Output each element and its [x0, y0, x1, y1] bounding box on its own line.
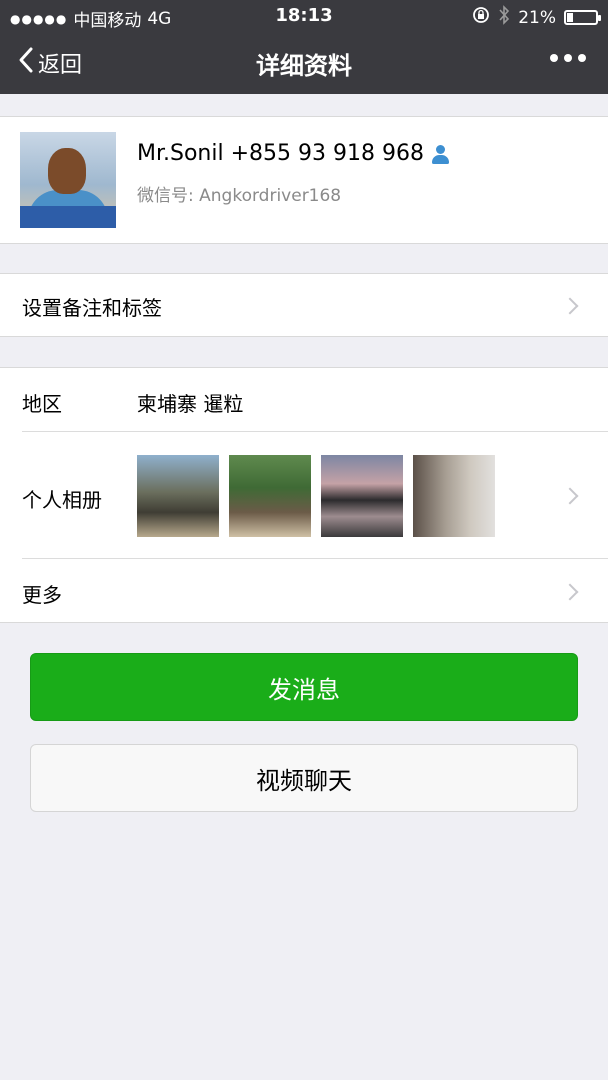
battery-icon	[564, 10, 601, 25]
status-right: 21%	[472, 5, 601, 30]
region-label: 地区	[22, 392, 62, 416]
avatar-face	[48, 148, 86, 194]
remark-tags-row[interactable]: 设置备注和标签	[0, 273, 608, 337]
album-photo	[321, 455, 403, 537]
album-photo	[413, 455, 495, 537]
album-photo	[229, 455, 311, 537]
send-message-button[interactable]: 发消息	[30, 653, 578, 721]
status-bar: ●●●●● 中国移动 4G 18:13 21%	[0, 0, 608, 32]
more-icon-dot	[578, 54, 586, 62]
divider	[22, 431, 608, 432]
chevron-right-icon	[561, 487, 579, 505]
divider	[22, 558, 608, 559]
profile-name-row: Mr.Sonil +855 93 918 968	[137, 141, 450, 166]
person-icon	[430, 144, 450, 164]
chevron-right-icon	[561, 583, 579, 601]
avatar[interactable]	[20, 132, 116, 228]
top-bar: ●●●●● 中国移动 4G 18:13 21% 返回 详细资料	[0, 0, 608, 94]
region-value: 柬埔寨 暹粒	[137, 392, 244, 416]
orientation-lock-icon	[472, 6, 490, 29]
profile-card: Mr.Sonil +855 93 918 968 微信号: Angkordriv…	[0, 116, 608, 244]
profile-name: Mr.Sonil +855 93 918 968	[137, 141, 424, 166]
bluetooth-icon	[498, 5, 510, 30]
video-call-button[interactable]: 视频聊天	[30, 744, 578, 812]
more-icon-dot	[564, 54, 572, 62]
more-button[interactable]	[550, 54, 586, 62]
wechat-id-row: 微信号: Angkordriver168	[137, 181, 341, 206]
avatar-banner	[20, 206, 116, 228]
more-label: 更多	[22, 583, 62, 607]
nav-bar: 返回 详细资料	[0, 32, 608, 94]
more-icon-dot	[550, 54, 558, 62]
remark-tags-label: 设置备注和标签	[22, 296, 162, 320]
battery-percent: 21%	[518, 7, 556, 28]
chevron-right-icon	[561, 297, 579, 315]
battery-fill	[567, 13, 573, 22]
album-label: 个人相册	[22, 488, 102, 512]
wechat-id-label: 微信号:	[137, 186, 194, 206]
page-title: 详细资料	[256, 52, 352, 80]
album-photo	[137, 455, 219, 537]
wechat-id-value: Angkordriver168	[199, 186, 342, 206]
info-card: 地区 柬埔寨 暹粒 个人相册 更多	[0, 367, 608, 623]
